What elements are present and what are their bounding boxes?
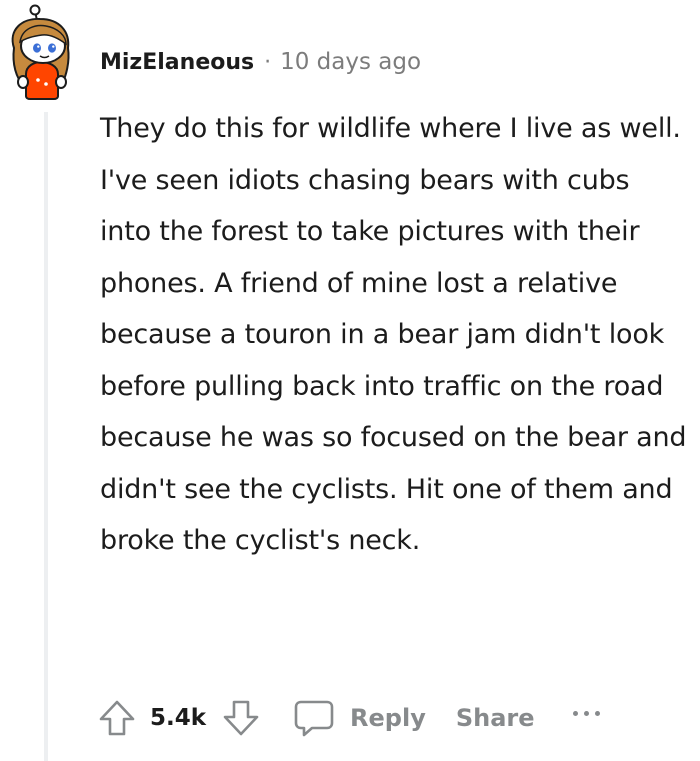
arrow-down-icon [223,700,259,736]
more-options-button[interactable] [572,710,600,716]
upvote-button[interactable] [96,697,138,739]
speech-bubble-icon [294,700,334,737]
comment-body: They do this for wildlife where I live a… [100,113,687,556]
downvote-button[interactable] [220,697,262,739]
comment: MizElaneous · 10 days ago They do this f… [0,0,700,761]
thread-collapse-line[interactable] [44,112,48,761]
reply-label: Reply [350,704,426,732]
share-button[interactable]: Share [456,704,535,732]
user-avatar[interactable] [6,4,84,100]
comment-timestamp[interactable]: 10 days ago [280,49,421,75]
meta-separator: · [264,49,272,75]
comment-action-bar: 5.4k Reply Share [96,692,600,744]
author-username[interactable]: MizElaneous [100,50,254,75]
snoo-avatar-icon [11,4,70,100]
reply-button[interactable]: Reply [292,697,426,739]
vote-score: 5.4k [150,705,207,731]
ellipsis-icon [583,710,589,716]
ellipsis-icon [594,710,600,716]
ellipsis-icon [572,710,578,716]
comment-header: MizElaneous · 10 days ago [100,44,421,80]
arrow-up-icon [99,700,135,736]
